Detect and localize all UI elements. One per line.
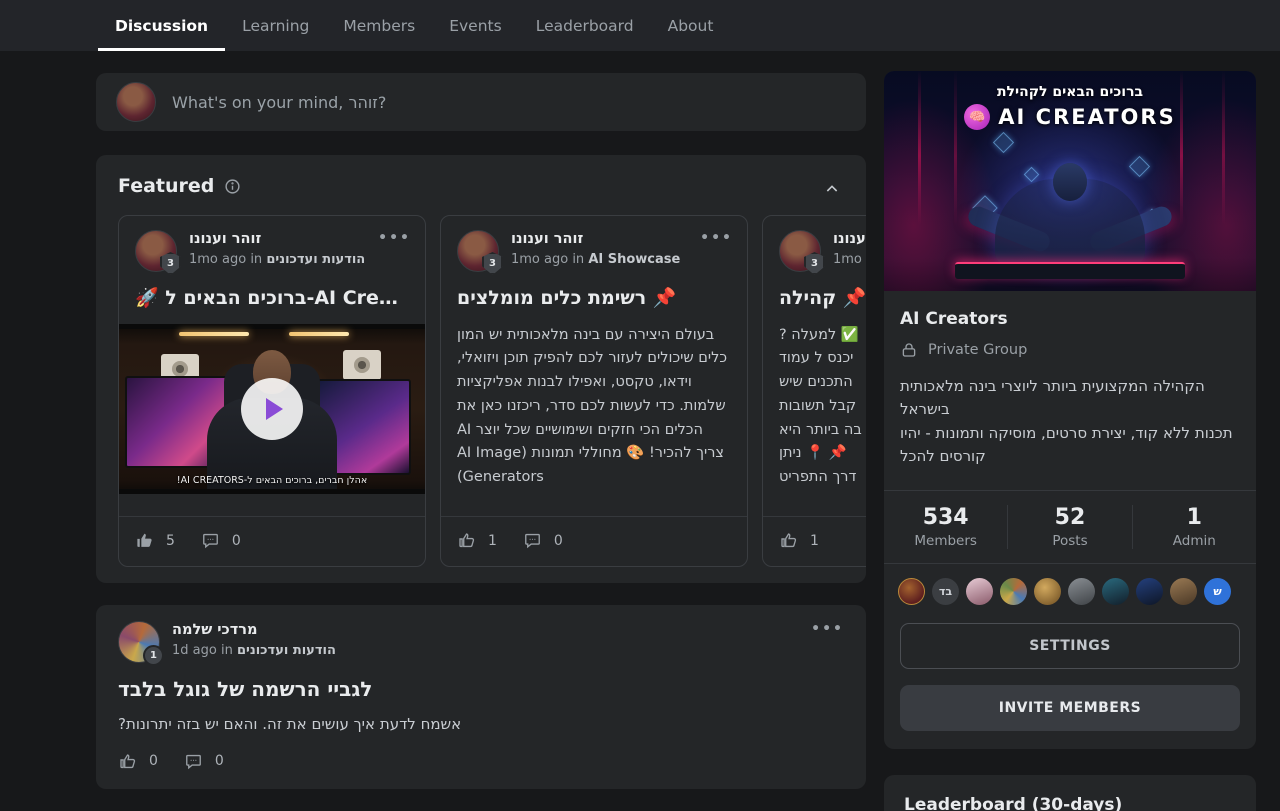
more-options-icon[interactable]: ••• bbox=[378, 230, 411, 246]
lock-icon bbox=[900, 341, 918, 359]
member-avatar[interactable] bbox=[1068, 578, 1095, 605]
author-avatar[interactable]: 3 bbox=[457, 230, 499, 272]
member-avatar[interactable] bbox=[898, 578, 925, 605]
feed-column: What's on your mind, זוהר? Featured bbox=[96, 51, 866, 789]
group-banner: ברוכים הבאים לקהילת 🧠 AI CREATORS bbox=[884, 71, 1256, 291]
featured-post-body: בעולם היצירה עם בינה מלאכותית יש המון כל… bbox=[457, 324, 731, 490]
group-description: הקהילה המקצועית ביותר ליוצרי בינה מלאכות… bbox=[900, 375, 1240, 468]
featured-post-title[interactable]: 📌 קהילה bbox=[779, 286, 866, 312]
thumbs-up-icon bbox=[457, 531, 476, 550]
post-composer[interactable]: What's on your mind, זוהר? bbox=[96, 73, 866, 131]
video-thumbnail[interactable]: אהלן חברים, ברוכים הבאים ל-AI CREATORS! bbox=[119, 324, 425, 494]
invite-members-button[interactable]: INVITE MEMBERS bbox=[900, 685, 1240, 731]
comment-icon bbox=[523, 531, 542, 550]
more-options-icon[interactable]: ••• bbox=[811, 621, 844, 637]
author-name[interactable]: זוהר וענונו bbox=[833, 230, 866, 250]
tab-discussion[interactable]: Discussion bbox=[98, 0, 225, 51]
author-avatar[interactable]: 3 bbox=[135, 230, 177, 272]
featured-post-title[interactable]: 🚀 ברוכים הבאים ל-AI Creat… bbox=[135, 286, 409, 312]
stat-admins[interactable]: 1 Admin bbox=[1132, 505, 1256, 549]
group-stats: 534 Members 52 Posts 1 Admin bbox=[884, 491, 1256, 563]
collapse-chevron-up-icon[interactable] bbox=[824, 181, 840, 201]
featured-post-title[interactable]: 📌 רשימת כלים מומלצים bbox=[457, 286, 731, 312]
more-options-icon[interactable]: ••• bbox=[700, 230, 733, 246]
video-caption: אהלן חברים, ברוכים הבאים ל-AI CREATORS! bbox=[119, 475, 425, 486]
current-user-avatar bbox=[116, 82, 156, 122]
tab-leaderboard[interactable]: Leaderboard bbox=[519, 0, 651, 51]
featured-card-welcome[interactable]: 3 זוהר וענונו 1mo ago in הודעות ועדכונים… bbox=[118, 215, 426, 567]
member-avatar[interactable] bbox=[966, 578, 993, 605]
group-card: ברוכים הבאים לקהילת 🧠 AI CREATORS AI Cre… bbox=[884, 71, 1256, 749]
post-meta: 1mo ago in הודעות ועדכונים bbox=[189, 252, 365, 267]
member-avatar[interactable] bbox=[1034, 578, 1061, 605]
member-avatar[interactable]: ש bbox=[1204, 578, 1231, 605]
banner-brand-text: AI CREATORS bbox=[998, 105, 1175, 129]
like-button[interactable]: 1 bbox=[457, 531, 497, 550]
thumbs-up-icon bbox=[779, 531, 798, 550]
like-button[interactable]: 1 bbox=[779, 531, 819, 550]
comment-button[interactable]: 0 bbox=[523, 531, 563, 550]
member-avatar[interactable] bbox=[1102, 578, 1129, 605]
stat-posts[interactable]: 52 Posts bbox=[1007, 505, 1131, 549]
comment-icon bbox=[184, 752, 203, 771]
author-name[interactable]: זוהר וענונו bbox=[511, 230, 680, 250]
member-avatar[interactable] bbox=[1000, 578, 1027, 605]
privacy-label: Private Group bbox=[928, 342, 1027, 358]
group-name: AI Creators bbox=[900, 309, 1240, 329]
level-badge: 1 bbox=[143, 645, 164, 666]
feed-post[interactable]: 1 מרדכי שלמה 1d ago in הודעות ועדכונים •… bbox=[96, 605, 866, 789]
post-body: אשמח לדעת איך עושים את זה. והאם יש בזה י… bbox=[118, 713, 844, 736]
like-button[interactable]: 0 bbox=[118, 752, 158, 771]
play-button-icon[interactable] bbox=[241, 378, 303, 440]
featured-post-body: ✅ למעלה ? יכנס ל עמוד התכנים שיש קבל תשו… bbox=[779, 324, 866, 490]
banner-keyboard bbox=[955, 262, 1185, 279]
tab-events[interactable]: Events bbox=[432, 0, 518, 51]
post-meta: 1mo ago in AI Showcase bbox=[511, 252, 680, 267]
brain-icon: 🧠 bbox=[964, 104, 990, 130]
comment-icon bbox=[201, 531, 220, 550]
group-sidebar: ברוכים הבאים לקהילת 🧠 AI CREATORS AI Cre… bbox=[884, 71, 1256, 811]
info-icon[interactable] bbox=[224, 178, 241, 195]
featured-section: Featured 3 זוהר וענונ bbox=[96, 155, 866, 583]
like-button[interactable]: 5 bbox=[135, 531, 175, 550]
banner-welcome-text: ברוכים הבאים לקהילת bbox=[884, 84, 1256, 100]
post-title[interactable]: לגביי הרשמה של גוגל בלבד bbox=[118, 677, 844, 701]
author-avatar[interactable]: 1 bbox=[118, 621, 160, 663]
post-meta: 1d ago in הודעות ועדכונים bbox=[172, 643, 336, 658]
author-avatar[interactable]: 3 bbox=[779, 230, 821, 272]
author-name[interactable]: מרדכי שלמה bbox=[172, 621, 336, 641]
featured-title: Featured bbox=[118, 175, 214, 197]
thumbs-up-icon bbox=[135, 531, 154, 550]
leaderboard-title: Leaderboard (30-days) bbox=[904, 795, 1236, 811]
featured-card-tools[interactable]: 3 זוהר וענונו 1mo ago in AI Showcase •••… bbox=[440, 215, 748, 567]
member-avatar[interactable] bbox=[1136, 578, 1163, 605]
tab-members[interactable]: Members bbox=[326, 0, 432, 51]
tab-learning[interactable]: Learning bbox=[225, 0, 326, 51]
leaderboard-card: Leaderboard (30-days) bbox=[884, 775, 1256, 811]
member-avatar[interactable] bbox=[1170, 578, 1197, 605]
thumbs-up-icon bbox=[118, 752, 137, 771]
community-page: Discussion Learning Members Events Leade… bbox=[0, 0, 1280, 811]
member-avatars-row: בד ש bbox=[884, 564, 1256, 605]
comment-button[interactable]: 0 bbox=[201, 531, 241, 550]
post-meta: 1mo bbox=[833, 252, 866, 267]
comment-button[interactable]: 0 bbox=[184, 752, 224, 771]
featured-cards-row: 3 זוהר וענונו 1mo ago in הודעות ועדכונים… bbox=[118, 215, 866, 567]
stat-members[interactable]: 534 Members bbox=[884, 505, 1007, 549]
top-nav: Discussion Learning Members Events Leade… bbox=[0, 0, 1280, 51]
settings-button[interactable]: SETTINGS bbox=[900, 623, 1240, 669]
studio-speaker bbox=[343, 350, 381, 380]
tab-about[interactable]: About bbox=[651, 0, 731, 51]
author-name[interactable]: זוהר וענונו bbox=[189, 230, 365, 250]
composer-placeholder: What's on your mind, זוהר? bbox=[172, 93, 386, 112]
featured-card-community[interactable]: 3 זוהר וענונו 1mo 📌 קהילה ✅ למעלה ? יכנס… bbox=[762, 215, 866, 567]
member-avatar[interactable]: בד bbox=[932, 578, 959, 605]
